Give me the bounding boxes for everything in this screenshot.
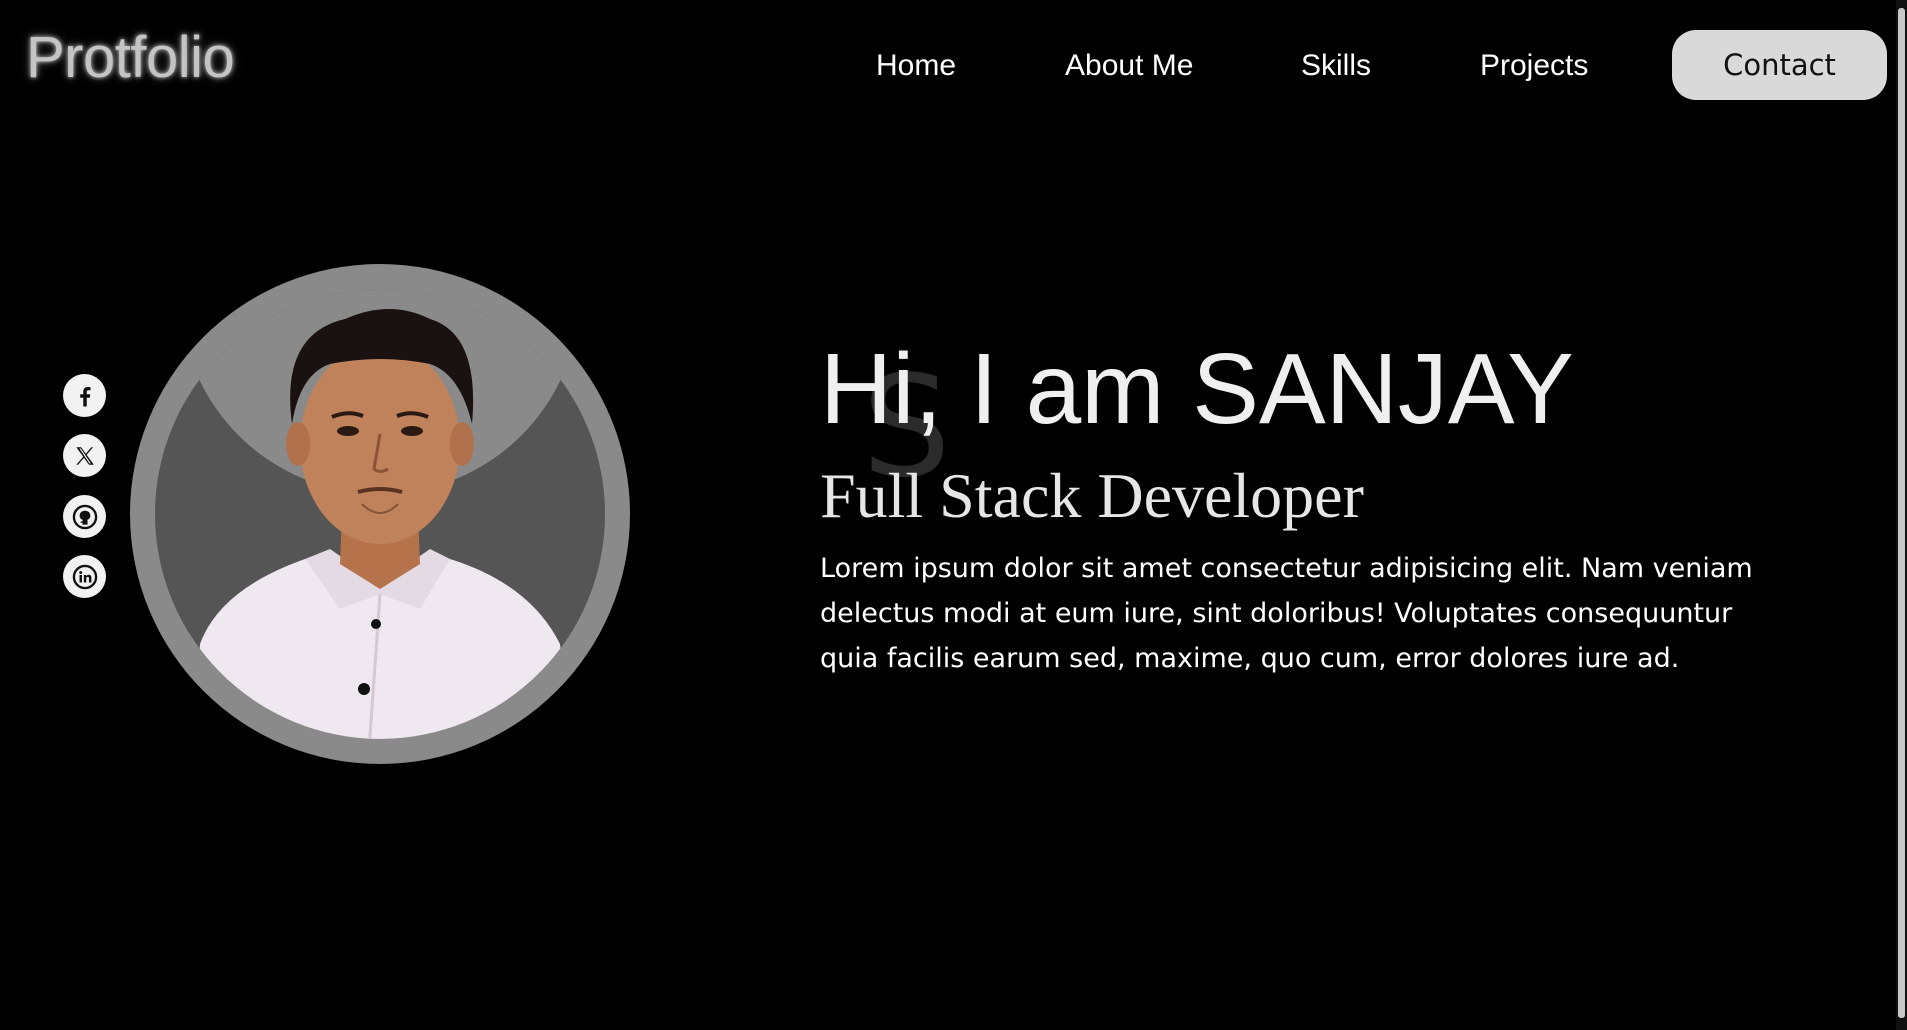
- github-icon: [71, 503, 99, 531]
- hero-subtitle: Full Stack Developer: [820, 460, 1364, 531]
- nav-about-me[interactable]: About Me: [1065, 44, 1193, 88]
- github-link[interactable]: [63, 495, 106, 538]
- facebook-icon: [71, 382, 99, 410]
- hero-title: Hi, I am SANJAY: [820, 333, 1574, 445]
- x-twitter-link[interactable]: [63, 434, 106, 477]
- hero-description: Lorem ipsum dolor sit amet consectetur a…: [820, 553, 1753, 674]
- facebook-link[interactable]: [63, 374, 106, 417]
- nav-skills[interactable]: Skills: [1301, 44, 1371, 88]
- nav-home[interactable]: Home: [876, 44, 956, 88]
- scrollbar-thumb[interactable]: [1898, 8, 1905, 1018]
- site-logo[interactable]: Protfolio: [26, 22, 235, 94]
- linkedin-link[interactable]: [63, 555, 106, 598]
- scrollbar[interactable]: [1896, 0, 1907, 1030]
- profile-photo: [130, 264, 630, 764]
- linkedin-icon: [71, 563, 99, 591]
- x-twitter-icon: [71, 442, 99, 470]
- contact-button[interactable]: Contact: [1672, 30, 1887, 100]
- nav-projects[interactable]: Projects: [1480, 44, 1588, 88]
